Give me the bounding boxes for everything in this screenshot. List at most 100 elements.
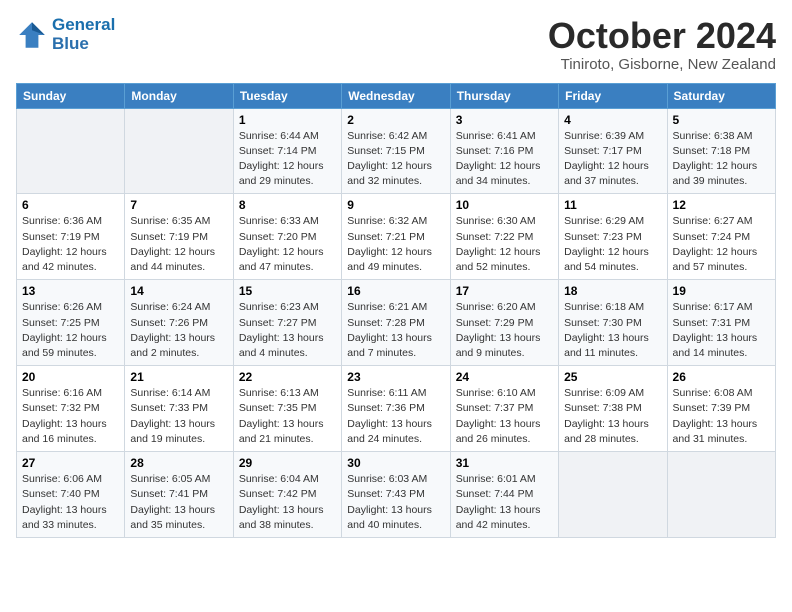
day-info: Sunrise: 6:21 AMSunset: 7:28 PMDaylight:…: [347, 300, 444, 361]
calendar-cell: 6 Sunrise: 6:36 AMSunset: 7:19 PMDaylight…: [17, 194, 125, 280]
day-info: Sunrise: 6:11 AMSunset: 7:36 PMDaylight:…: [347, 386, 444, 447]
day-info: Sunrise: 6:18 AMSunset: 7:30 PMDaylight:…: [564, 300, 661, 361]
day-number: 28: [130, 456, 227, 470]
calendar-cell: 4 Sunrise: 6:39 AMSunset: 7:17 PMDaylight…: [559, 108, 667, 194]
day-number: 20: [22, 370, 119, 384]
weekday-header-sunday: Sunday: [17, 83, 125, 108]
day-number: 1: [239, 113, 336, 127]
day-number: 16: [347, 284, 444, 298]
calendar-cell: 24Sunrise: 6:10 AMSunset: 7:37 PMDayligh…: [450, 366, 558, 452]
calendar-cell: 17 Sunrise: 6:20 AMSunset: 7:29 PMDayligh…: [450, 280, 558, 366]
day-info: Sunrise: 6:04 AMSunset: 7:42 PMDaylight:…: [239, 472, 336, 533]
day-number: 25: [564, 370, 661, 384]
weekday-header-tuesday: Tuesday: [233, 83, 341, 108]
calendar-cell: 30 Sunrise: 6:03 AMSunset: 7:43 PMDayligh…: [342, 452, 450, 538]
day-info: Sunrise: 6:09 AMSunset: 7:38 PMDaylight:…: [564, 386, 661, 447]
day-info: Sunrise: 6:33 AMSunset: 7:20 PMDaylight:…: [239, 214, 336, 275]
calendar-cell: [125, 108, 233, 194]
calendar-cell: 31Sunrise: 6:01 AMSunset: 7:44 PMDayligh…: [450, 452, 558, 538]
weekday-header-monday: Monday: [125, 83, 233, 108]
day-info: Sunrise: 6:08 AMSunset: 7:39 PMDaylight:…: [673, 386, 770, 447]
day-info: Sunrise: 6:29 AMSunset: 7:23 PMDaylight:…: [564, 214, 661, 275]
weekday-header-wednesday: Wednesday: [342, 83, 450, 108]
day-number: 14: [130, 284, 227, 298]
location: Tiniroto, Gisborne, New Zealand: [548, 56, 776, 73]
day-number: 4: [564, 113, 661, 127]
calendar-cell: [559, 452, 667, 538]
logo-blue: Blue: [52, 35, 115, 54]
calendar-cell: 5 Sunrise: 6:38 AMSunset: 7:18 PMDaylight…: [667, 108, 775, 194]
day-number: 18: [564, 284, 661, 298]
day-info: Sunrise: 6:38 AMSunset: 7:18 PMDaylight:…: [673, 129, 770, 190]
calendar-cell: 9Sunrise: 6:32 AMSunset: 7:21 PMDaylight…: [342, 194, 450, 280]
week-row-3: 13Sunrise: 6:26 AMSunset: 7:25 PMDayligh…: [17, 280, 776, 366]
calendar-cell: 18 Sunrise: 6:18 AMSunset: 7:30 PMDayligh…: [559, 280, 667, 366]
day-info: Sunrise: 6:05 AMSunset: 7:41 PMDaylight:…: [130, 472, 227, 533]
calendar-cell: 10Sunrise: 6:30 AMSunset: 7:22 PMDayligh…: [450, 194, 558, 280]
logo-general: General: [52, 15, 115, 34]
weekday-header-saturday: Saturday: [667, 83, 775, 108]
week-row-4: 20 Sunrise: 6:16 AMSunset: 7:32 PMDayligh…: [17, 366, 776, 452]
day-number: 19: [673, 284, 770, 298]
day-number: 23: [347, 370, 444, 384]
logo-text: General Blue: [52, 16, 115, 53]
day-info: Sunrise: 6:14 AMSunset: 7:33 PMDaylight:…: [130, 386, 227, 447]
calendar-cell: 23 Sunrise: 6:11 AMSunset: 7:36 PMDayligh…: [342, 366, 450, 452]
logo: General Blue: [16, 16, 115, 53]
calendar-cell: 26 Sunrise: 6:08 AMSunset: 7:39 PMDayligh…: [667, 366, 775, 452]
calendar-cell: 29Sunrise: 6:04 AMSunset: 7:42 PMDayligh…: [233, 452, 341, 538]
day-info: Sunrise: 6:17 AMSunset: 7:31 PMDaylight:…: [673, 300, 770, 361]
title-block: October 2024 Tiniroto, Gisborne, New Zea…: [548, 16, 776, 73]
day-number: 15: [239, 284, 336, 298]
day-number: 5: [673, 113, 770, 127]
day-info: Sunrise: 6:23 AMSunset: 7:27 PMDaylight:…: [239, 300, 336, 361]
weekday-header-friday: Friday: [559, 83, 667, 108]
calendar-cell: 16 Sunrise: 6:21 AMSunset: 7:28 PMDayligh…: [342, 280, 450, 366]
calendar-table: SundayMondayTuesdayWednesdayThursdayFrid…: [16, 83, 776, 538]
weekday-header-row: SundayMondayTuesdayWednesdayThursdayFrid…: [17, 83, 776, 108]
day-info: Sunrise: 6:39 AMSunset: 7:17 PMDaylight:…: [564, 129, 661, 190]
day-info: Sunrise: 6:20 AMSunset: 7:29 PMDaylight:…: [456, 300, 553, 361]
day-number: 26: [673, 370, 770, 384]
week-row-2: 6 Sunrise: 6:36 AMSunset: 7:19 PMDaylight…: [17, 194, 776, 280]
calendar-cell: 27Sunrise: 6:06 AMSunset: 7:40 PMDayligh…: [17, 452, 125, 538]
day-number: 17: [456, 284, 553, 298]
day-info: Sunrise: 6:16 AMSunset: 7:32 PMDaylight:…: [22, 386, 119, 447]
calendar-cell: [667, 452, 775, 538]
day-info: Sunrise: 6:24 AMSunset: 7:26 PMDaylight:…: [130, 300, 227, 361]
day-number: 3: [456, 113, 553, 127]
day-info: Sunrise: 6:44 AMSunset: 7:14 PMDaylight:…: [239, 129, 336, 190]
day-number: 22: [239, 370, 336, 384]
day-number: 27: [22, 456, 119, 470]
calendar-cell: 3 Sunrise: 6:41 AMSunset: 7:16 PMDaylight…: [450, 108, 558, 194]
calendar-cell: 8 Sunrise: 6:33 AMSunset: 7:20 PMDaylight…: [233, 194, 341, 280]
day-info: Sunrise: 6:30 AMSunset: 7:22 PMDaylight:…: [456, 214, 553, 275]
calendar-cell: 19 Sunrise: 6:17 AMSunset: 7:31 PMDayligh…: [667, 280, 775, 366]
day-number: 21: [130, 370, 227, 384]
day-number: 6: [22, 198, 119, 212]
day-info: Sunrise: 6:03 AMSunset: 7:43 PMDaylight:…: [347, 472, 444, 533]
page-header: General Blue October 2024 Tiniroto, Gisb…: [16, 16, 776, 73]
calendar-cell: 7Sunrise: 6:35 AMSunset: 7:19 PMDaylight…: [125, 194, 233, 280]
month-title: October 2024: [548, 16, 776, 56]
calendar-cell: 20 Sunrise: 6:16 AMSunset: 7:32 PMDayligh…: [17, 366, 125, 452]
calendar-cell: 14 Sunrise: 6:24 AMSunset: 7:26 PMDayligh…: [125, 280, 233, 366]
logo-icon: [16, 19, 48, 51]
day-info: Sunrise: 6:10 AMSunset: 7:37 PMDaylight:…: [456, 386, 553, 447]
calendar-cell: 15 Sunrise: 6:23 AMSunset: 7:27 PMDayligh…: [233, 280, 341, 366]
day-number: 8: [239, 198, 336, 212]
calendar-cell: 28 Sunrise: 6:05 AMSunset: 7:41 PMDayligh…: [125, 452, 233, 538]
day-info: Sunrise: 6:13 AMSunset: 7:35 PMDaylight:…: [239, 386, 336, 447]
calendar-cell: [17, 108, 125, 194]
day-info: Sunrise: 6:41 AMSunset: 7:16 PMDaylight:…: [456, 129, 553, 190]
calendar-cell: 2Sunrise: 6:42 AMSunset: 7:15 PMDaylight…: [342, 108, 450, 194]
weekday-header-thursday: Thursday: [450, 83, 558, 108]
day-info: Sunrise: 6:42 AMSunset: 7:15 PMDaylight:…: [347, 129, 444, 190]
day-number: 7: [130, 198, 227, 212]
day-number: 11: [564, 198, 661, 212]
day-number: 30: [347, 456, 444, 470]
day-info: Sunrise: 6:36 AMSunset: 7:19 PMDaylight:…: [22, 214, 119, 275]
calendar-cell: 12Sunrise: 6:27 AMSunset: 7:24 PMDayligh…: [667, 194, 775, 280]
week-row-5: 27Sunrise: 6:06 AMSunset: 7:40 PMDayligh…: [17, 452, 776, 538]
calendar-cell: 22 Sunrise: 6:13 AMSunset: 7:35 PMDayligh…: [233, 366, 341, 452]
